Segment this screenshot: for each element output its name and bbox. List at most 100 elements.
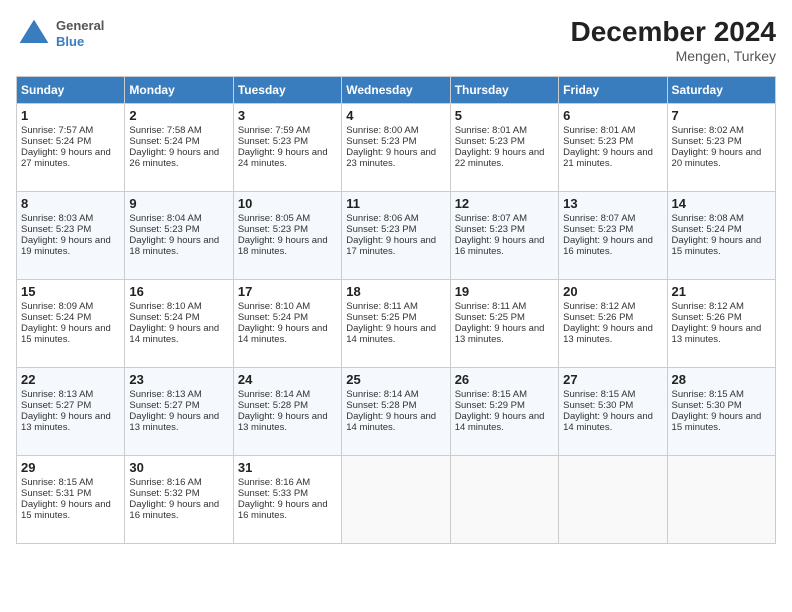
day-sunrise-25: Sunrise: 8:14 AM: [346, 389, 418, 400]
day-daylight-label-24: Daylight: 9 hours and 13 minutes.: [238, 411, 328, 433]
day-number-24: 24: [238, 372, 337, 387]
day-daylight-label-2: Daylight: 9 hours and 26 minutes.: [129, 147, 219, 169]
day-cell-1: 1 Sunrise: 7:57 AM Sunset: 5:24 PM Dayli…: [17, 104, 125, 192]
day-sunrise-27: Sunrise: 8:15 AM: [563, 389, 635, 400]
day-sunset-26: Sunset: 5:29 PM: [455, 400, 525, 411]
day-cell-3: 3 Sunrise: 7:59 AM Sunset: 5:23 PM Dayli…: [233, 104, 341, 192]
day-cell-19: 19 Sunrise: 8:11 AM Sunset: 5:25 PM Dayl…: [450, 280, 558, 368]
page-subtitle: Mengen, Turkey: [571, 48, 776, 64]
day-number-14: 14: [672, 196, 771, 211]
day-daylight-label-12: Daylight: 9 hours and 16 minutes.: [455, 235, 545, 257]
day-sunset-1: Sunset: 5:24 PM: [21, 136, 91, 147]
day-sunrise-6: Sunrise: 8:01 AM: [563, 125, 635, 136]
day-daylight-label-1: Daylight: 9 hours and 27 minutes.: [21, 147, 111, 169]
day-cell-22: 22 Sunrise: 8:13 AM Sunset: 5:27 PM Dayl…: [17, 368, 125, 456]
day-daylight-label-28: Daylight: 9 hours and 15 minutes.: [672, 411, 762, 433]
day-sunrise-22: Sunrise: 8:13 AM: [21, 389, 93, 400]
logo-line2: Blue: [56, 34, 104, 50]
page-header: General Blue December 2024 Mengen, Turke…: [16, 16, 776, 64]
logo-text: General Blue: [56, 18, 104, 49]
day-cell-25: 25 Sunrise: 8:14 AM Sunset: 5:28 PM Dayl…: [342, 368, 450, 456]
calendar-row-4: 29 Sunrise: 8:15 AM Sunset: 5:31 PM Dayl…: [17, 456, 776, 544]
calendar-row-3: 22 Sunrise: 8:13 AM Sunset: 5:27 PM Dayl…: [17, 368, 776, 456]
day-cell-21: 21 Sunrise: 8:12 AM Sunset: 5:26 PM Dayl…: [667, 280, 775, 368]
calendar-body: 1 Sunrise: 7:57 AM Sunset: 5:24 PM Dayli…: [17, 104, 776, 544]
day-sunrise-21: Sunrise: 8:12 AM: [672, 301, 744, 312]
day-sunrise-14: Sunrise: 8:08 AM: [672, 213, 744, 224]
day-sunrise-18: Sunrise: 8:11 AM: [346, 301, 418, 312]
day-number-13: 13: [563, 196, 662, 211]
day-sunset-12: Sunset: 5:23 PM: [455, 224, 525, 235]
day-cell-4: 4 Sunrise: 8:00 AM Sunset: 5:23 PM Dayli…: [342, 104, 450, 192]
day-sunrise-15: Sunrise: 8:09 AM: [21, 301, 93, 312]
day-number-11: 11: [346, 196, 445, 211]
day-sunset-10: Sunset: 5:23 PM: [238, 224, 308, 235]
logo: General Blue: [16, 16, 104, 52]
day-sunrise-7: Sunrise: 8:02 AM: [672, 125, 744, 136]
day-sunset-31: Sunset: 5:33 PM: [238, 488, 308, 499]
day-sunset-3: Sunset: 5:23 PM: [238, 136, 308, 147]
logo-line1: General: [56, 18, 104, 34]
day-cell-28: 28 Sunrise: 8:15 AM Sunset: 5:30 PM Dayl…: [667, 368, 775, 456]
day-number-6: 6: [563, 108, 662, 123]
day-daylight-label-18: Daylight: 9 hours and 14 minutes.: [346, 323, 436, 345]
day-daylight-label-15: Daylight: 9 hours and 15 minutes.: [21, 323, 111, 345]
day-daylight-label-14: Daylight: 9 hours and 15 minutes.: [672, 235, 762, 257]
day-daylight-label-26: Daylight: 9 hours and 14 minutes.: [455, 411, 545, 433]
day-sunrise-3: Sunrise: 7:59 AM: [238, 125, 310, 136]
day-number-10: 10: [238, 196, 337, 211]
day-daylight-label-29: Daylight: 9 hours and 15 minutes.: [21, 499, 111, 521]
col-tuesday: Tuesday: [233, 77, 341, 104]
day-cell-26: 26 Sunrise: 8:15 AM Sunset: 5:29 PM Dayl…: [450, 368, 558, 456]
day-cell-8: 8 Sunrise: 8:03 AM Sunset: 5:23 PM Dayli…: [17, 192, 125, 280]
day-daylight-label-19: Daylight: 9 hours and 13 minutes.: [455, 323, 545, 345]
col-friday: Friday: [559, 77, 667, 104]
day-cell-6: 6 Sunrise: 8:01 AM Sunset: 5:23 PM Dayli…: [559, 104, 667, 192]
day-sunset-9: Sunset: 5:23 PM: [129, 224, 199, 235]
day-sunset-29: Sunset: 5:31 PM: [21, 488, 91, 499]
col-saturday: Saturday: [667, 77, 775, 104]
day-sunset-28: Sunset: 5:30 PM: [672, 400, 742, 411]
empty-cell: [559, 456, 667, 544]
day-cell-11: 11 Sunrise: 8:06 AM Sunset: 5:23 PM Dayl…: [342, 192, 450, 280]
day-daylight-label-27: Daylight: 9 hours and 14 minutes.: [563, 411, 653, 433]
day-number-8: 8: [21, 196, 120, 211]
day-sunset-15: Sunset: 5:24 PM: [21, 312, 91, 323]
day-sunrise-9: Sunrise: 8:04 AM: [129, 213, 201, 224]
day-cell-20: 20 Sunrise: 8:12 AM Sunset: 5:26 PM Dayl…: [559, 280, 667, 368]
day-sunrise-8: Sunrise: 8:03 AM: [21, 213, 93, 224]
day-number-23: 23: [129, 372, 228, 387]
day-sunset-22: Sunset: 5:27 PM: [21, 400, 91, 411]
day-number-25: 25: [346, 372, 445, 387]
day-number-15: 15: [21, 284, 120, 299]
day-sunset-19: Sunset: 5:25 PM: [455, 312, 525, 323]
day-daylight-label-6: Daylight: 9 hours and 21 minutes.: [563, 147, 653, 169]
day-daylight-label-30: Daylight: 9 hours and 16 minutes.: [129, 499, 219, 521]
day-cell-5: 5 Sunrise: 8:01 AM Sunset: 5:23 PM Dayli…: [450, 104, 558, 192]
day-sunset-11: Sunset: 5:23 PM: [346, 224, 416, 235]
day-cell-30: 30 Sunrise: 8:16 AM Sunset: 5:32 PM Dayl…: [125, 456, 233, 544]
day-cell-27: 27 Sunrise: 8:15 AM Sunset: 5:30 PM Dayl…: [559, 368, 667, 456]
day-number-9: 9: [129, 196, 228, 211]
day-number-12: 12: [455, 196, 554, 211]
day-daylight-label-10: Daylight: 9 hours and 18 minutes.: [238, 235, 328, 257]
day-sunrise-26: Sunrise: 8:15 AM: [455, 389, 527, 400]
day-sunrise-11: Sunrise: 8:06 AM: [346, 213, 418, 224]
day-sunset-25: Sunset: 5:28 PM: [346, 400, 416, 411]
day-daylight-label-13: Daylight: 9 hours and 16 minutes.: [563, 235, 653, 257]
title-block: December 2024 Mengen, Turkey: [571, 16, 776, 64]
calendar-table: Sunday Monday Tuesday Wednesday Thursday…: [16, 76, 776, 544]
day-sunset-4: Sunset: 5:23 PM: [346, 136, 416, 147]
day-number-19: 19: [455, 284, 554, 299]
day-sunset-5: Sunset: 5:23 PM: [455, 136, 525, 147]
day-daylight-label-21: Daylight: 9 hours and 13 minutes.: [672, 323, 762, 345]
empty-cell: [342, 456, 450, 544]
day-daylight-label-25: Daylight: 9 hours and 14 minutes.: [346, 411, 436, 433]
day-number-18: 18: [346, 284, 445, 299]
day-number-28: 28: [672, 372, 771, 387]
day-daylight-label-11: Daylight: 9 hours and 17 minutes.: [346, 235, 436, 257]
day-number-27: 27: [563, 372, 662, 387]
day-cell-31: 31 Sunrise: 8:16 AM Sunset: 5:33 PM Dayl…: [233, 456, 341, 544]
day-daylight-label-17: Daylight: 9 hours and 14 minutes.: [238, 323, 328, 345]
day-cell-7: 7 Sunrise: 8:02 AM Sunset: 5:23 PM Dayli…: [667, 104, 775, 192]
